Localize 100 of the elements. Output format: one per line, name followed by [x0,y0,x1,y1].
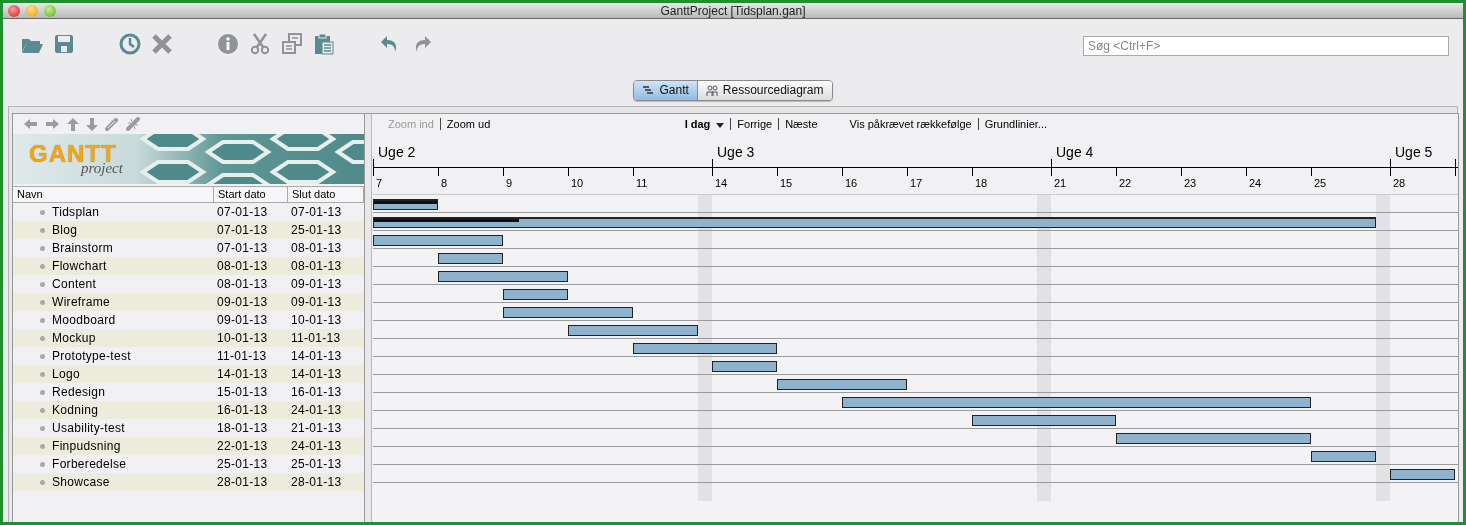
task-bar[interactable] [633,343,777,354]
table-cell: 08-01-13 [217,277,268,291]
table-cell: 14-01-13 [217,367,268,381]
bullet-icon [40,317,45,323]
table-cell: 07-01-13 [217,205,268,219]
column-header[interactable]: Navn [13,187,214,202]
task-bar[interactable] [438,253,503,264]
task-bar[interactable] [712,361,777,372]
task-bar[interactable] [438,271,568,282]
down-arrow-icon[interactable] [86,117,98,131]
close-button[interactable] [8,4,20,17]
task-name[interactable]: Moodboard [52,313,116,327]
table-cell: 14-01-13 [291,367,342,381]
task-name[interactable]: Prototype-test [52,349,131,363]
right-arrow-icon[interactable] [45,118,60,130]
caret-icon [716,122,725,128]
bullet-icon [40,479,45,485]
bullet-icon [40,299,45,305]
bullet-icon [40,335,45,341]
task-bar[interactable] [1390,469,1455,480]
task-bar[interactable] [373,235,503,246]
splitter-handle[interactable] [364,114,372,522]
toolbar-link[interactable]: Zoom ud [439,118,497,130]
bullet-icon [40,389,45,395]
table-cell: 25-01-13 [291,457,342,471]
tab[interactable]: Ressourcediagram [697,80,832,100]
table-cell: 28-01-13 [217,475,268,489]
summary-bar[interactable] [373,199,438,210]
task-name[interactable]: Redesign [52,385,106,399]
bullet-icon [40,227,45,233]
table-cell: 28-01-13 [291,475,342,489]
table-cell: 10-01-13 [217,331,268,345]
table-cell: 09-01-13 [217,313,268,327]
table-cell: 24-01-13 [291,403,342,417]
task-name[interactable]: Finpudsning [52,439,121,453]
table-cell: 11-01-13 [217,349,267,363]
logo-subtitle: project [81,161,123,176]
bullet-icon [40,245,45,251]
task-name[interactable]: Content [52,277,97,291]
task-bar[interactable] [503,307,633,318]
table-cell: 21-01-13 [291,421,342,435]
link-icon[interactable] [105,117,119,131]
bullet-icon [40,443,45,449]
toolbar-link[interactable]: Vis påkrævet rækkefølge [843,118,978,130]
window-title: GanttProject [Tidsplan.gan] [660,3,806,18]
table-cell: 08-01-13 [217,259,268,273]
bullet-icon [40,281,45,287]
task-name[interactable]: Brainstorm [52,241,113,255]
table-cell: 25-01-13 [217,457,268,471]
task-bar[interactable] [1116,433,1311,444]
left-arrow-icon[interactable] [23,118,38,130]
bullet-icon [40,353,45,359]
task-name[interactable]: Flowchart [52,259,107,273]
delete-icon[interactable] [151,33,173,55]
table-cell: 07-01-13 [217,241,268,255]
info-icon[interactable] [217,33,239,55]
task-name[interactable]: Blog [52,223,78,237]
bullet-icon [40,371,45,377]
tab[interactable]: Gantt [634,80,698,100]
gantt-chart-icon [642,84,655,96]
scissors-icon[interactable] [249,33,271,55]
task-name[interactable]: Logo [52,367,80,381]
save-icon[interactable] [53,33,75,55]
bullet-icon [40,263,45,269]
task-name[interactable]: Forberedelse [52,457,127,471]
table-cell: 07-01-13 [291,205,342,219]
task-bar[interactable] [777,379,907,390]
table-cell: 10-01-13 [291,313,342,327]
clock-icon[interactable] [119,33,141,55]
column-header[interactable]: Start dato [214,187,288,202]
task-name[interactable]: Mockup [52,331,96,345]
table-cell: 15-01-13 [217,385,268,399]
task-name[interactable]: Showcase [52,475,110,489]
paste-icon[interactable] [313,33,335,55]
summary-bar[interactable] [373,217,1376,228]
search-field[interactable]: Søg <Ctrl+F> [1083,36,1449,56]
unlink-icon[interactable] [126,117,140,131]
task-name[interactable]: Wireframe [52,295,111,309]
table-cell: 09-01-13 [291,277,342,291]
toolbar-link[interactable]: Næste [778,118,824,130]
table-cell: 22-01-13 [217,439,268,453]
table-cell: 08-01-13 [291,259,342,273]
table-cell: 16-01-13 [291,385,342,399]
table-cell: 09-01-13 [217,295,268,309]
toolbar-link[interactable]: Forrige [730,118,779,130]
task-bar[interactable] [972,415,1116,426]
task-bar[interactable] [503,289,568,300]
copy-icon[interactable] [281,33,303,55]
task-name[interactable]: Tidsplan [52,205,100,219]
toolbar-link[interactable]: I dag [678,118,731,130]
task-bar[interactable] [568,325,698,336]
task-bar[interactable] [1311,451,1376,462]
table-cell: 16-01-13 [217,403,268,417]
task-name[interactable]: Kodning [52,403,99,417]
task-bar[interactable] [842,397,1311,408]
up-arrow-icon[interactable] [67,117,79,131]
bullet-icon [40,425,45,431]
zoom-button[interactable] [44,4,56,17]
toolbar-link[interactable]: Grundlinier... [977,118,1053,130]
task-name[interactable]: Usability-test [52,421,125,435]
